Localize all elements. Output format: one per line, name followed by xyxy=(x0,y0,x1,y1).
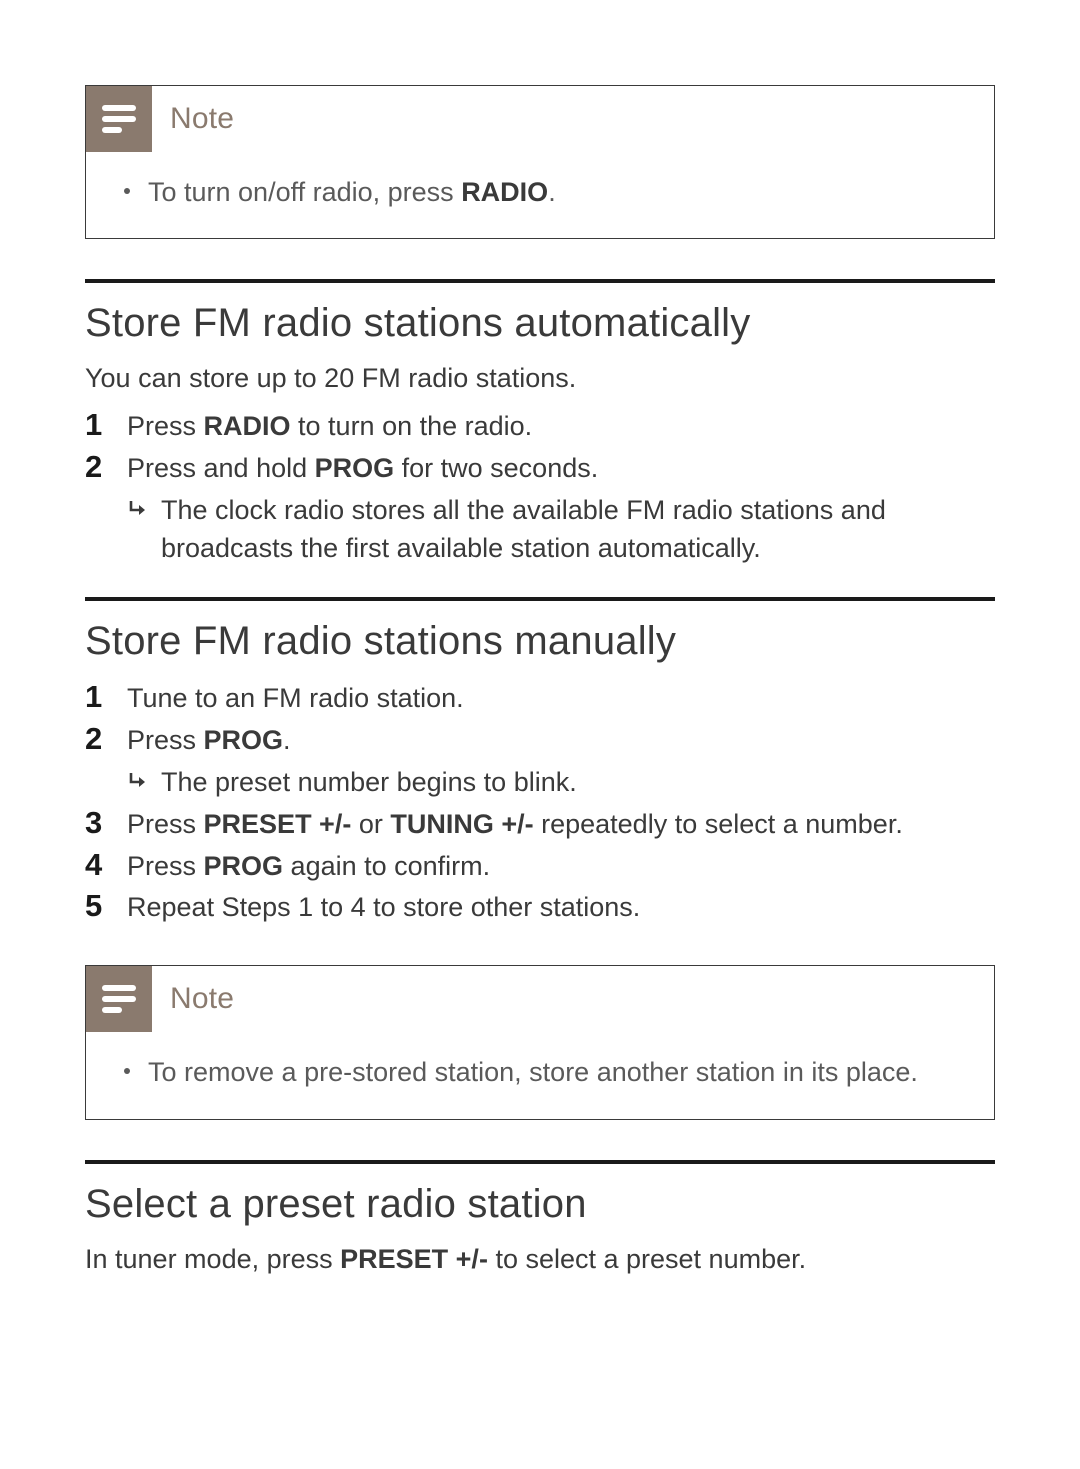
note-label: Note xyxy=(170,102,234,136)
step-2: 2 Press and hold PROG for two seconds. T… xyxy=(85,448,995,567)
manual-page: Note To turn on/off radio, press RADIO. … xyxy=(0,0,1080,1348)
step-text: Tune to an FM radio station. xyxy=(127,678,464,718)
step-3: 3 Press PRESET +/- or TUNING +/- repeate… xyxy=(85,804,995,844)
note-label: Note xyxy=(170,982,234,1016)
note-bullet: To turn on/off radio, press RADIO. xyxy=(124,174,956,210)
note-body: To turn on/off radio, press RADIO. xyxy=(86,152,994,238)
bullet-icon xyxy=(124,188,130,194)
bullet-icon xyxy=(124,1068,130,1074)
section-title: Store FM radio stations automatically xyxy=(85,301,995,346)
section-intro: In tuner mode, press PRESET +/- to selec… xyxy=(85,1241,995,1279)
note-header: Note xyxy=(86,86,994,152)
note-text: To remove a pre-stored station, store an… xyxy=(148,1054,918,1090)
step-number: 4 xyxy=(85,846,127,885)
steps-list: 1 Press RADIO to turn on the radio. 2 Pr… xyxy=(85,406,995,567)
step-5: 5 Repeat Steps 1 to 4 to store other sta… xyxy=(85,887,995,927)
step-1: 1 Press RADIO to turn on the radio. xyxy=(85,406,995,446)
step-result: The clock radio stores all the available… xyxy=(127,492,995,568)
arrow-icon xyxy=(127,492,161,520)
step-result: The preset number begins to blink. xyxy=(127,764,577,802)
section-intro: You can store up to 20 FM radio stations… xyxy=(85,360,995,398)
note-text: To turn on/off radio, press RADIO. xyxy=(148,174,556,210)
note-box-remove-station: Note To remove a pre-stored station, sto… xyxy=(85,965,995,1119)
step-number: 1 xyxy=(85,678,127,717)
step-2: 2 Press PROG. The preset number begins t… xyxy=(85,720,995,802)
step-text: Press PRESET +/- or TUNING +/- repeatedl… xyxy=(127,804,903,844)
note-header: Note xyxy=(86,966,994,1032)
note-icon xyxy=(86,86,152,152)
step-text: Repeat Steps 1 to 4 to store other stati… xyxy=(127,887,640,927)
arrow-icon xyxy=(127,764,161,792)
step-text: Press RADIO to turn on the radio. xyxy=(127,406,532,446)
section-store-manual: Store FM radio stations manually 1 Tune … xyxy=(85,597,995,927)
step-text: Press PROG again to confirm. xyxy=(127,846,490,886)
step-number: 2 xyxy=(85,720,127,759)
step-number: 3 xyxy=(85,804,127,843)
section-title: Select a preset radio station xyxy=(85,1182,995,1227)
step-number: 5 xyxy=(85,887,127,926)
step-result-text: The clock radio stores all the available… xyxy=(161,492,995,568)
note-bullet: To remove a pre-stored station, store an… xyxy=(124,1054,956,1090)
steps-list: 1 Tune to an FM radio station. 2 Press P… xyxy=(85,678,995,927)
step-result-text: The preset number begins to blink. xyxy=(161,764,577,802)
note-box-radio-toggle: Note To turn on/off radio, press RADIO. xyxy=(85,85,995,239)
step-number: 2 xyxy=(85,448,127,487)
section-store-auto: Store FM radio stations automatically Yo… xyxy=(85,279,995,567)
note-icon xyxy=(86,966,152,1032)
step-text: Press PROG. The preset number begins to … xyxy=(127,720,577,802)
step-1: 1 Tune to an FM radio station. xyxy=(85,678,995,718)
note-body: To remove a pre-stored station, store an… xyxy=(86,1032,994,1118)
step-text: Press and hold PROG for two seconds. The… xyxy=(127,448,995,567)
section-select-preset: Select a preset radio station In tuner m… xyxy=(85,1160,995,1279)
step-number: 1 xyxy=(85,406,127,445)
section-title: Store FM radio stations manually xyxy=(85,619,995,664)
step-4: 4 Press PROG again to confirm. xyxy=(85,846,995,886)
